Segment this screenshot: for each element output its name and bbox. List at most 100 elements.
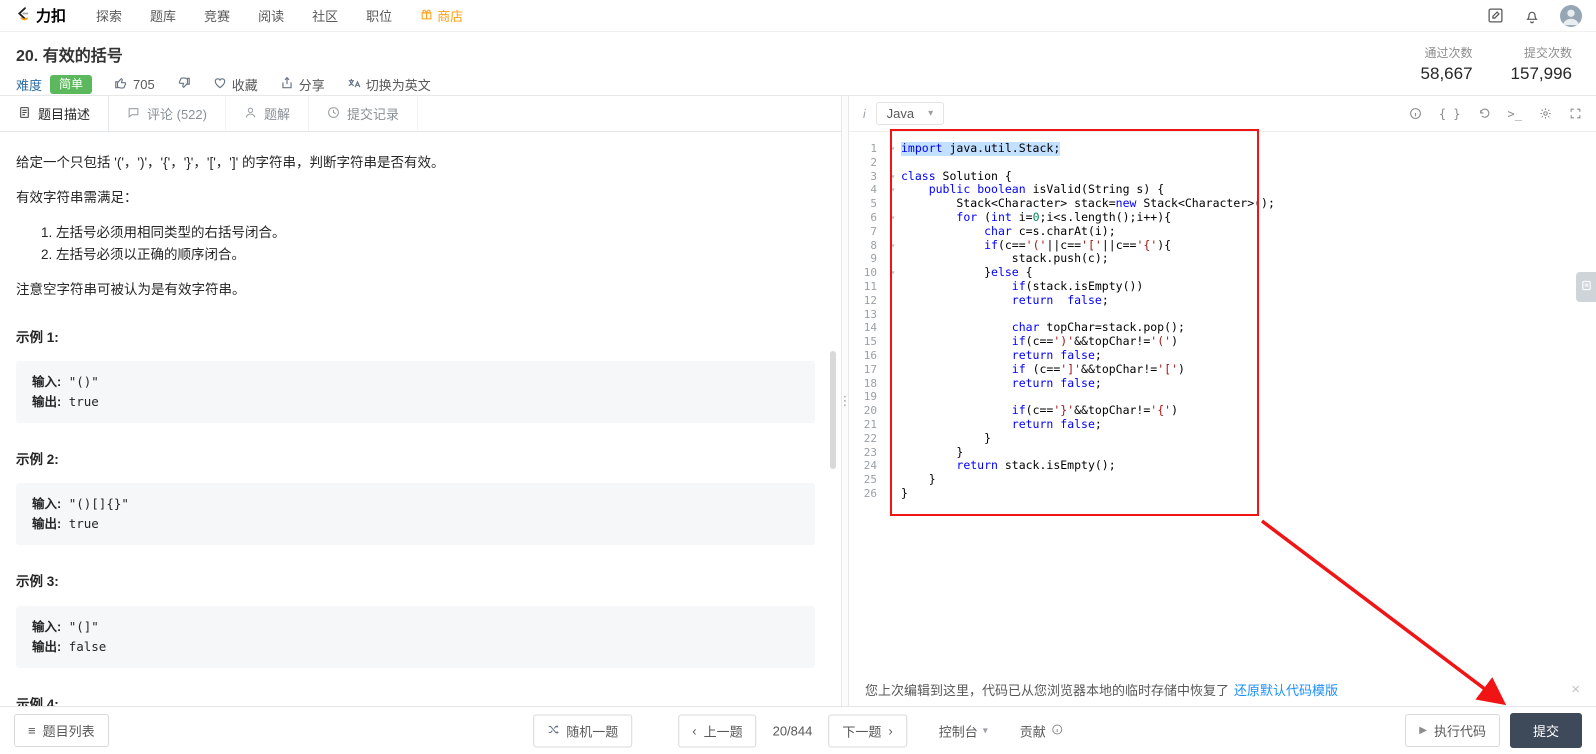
code-line-26[interactable]: 26} bbox=[849, 487, 1596, 501]
difficulty: 难度 简单 bbox=[16, 75, 92, 94]
next-question-button[interactable]: 下一题 › bbox=[828, 714, 906, 747]
user-avatar[interactable] bbox=[1560, 5, 1582, 27]
code-line-7[interactable]: 7 char c=s.charAt(i); bbox=[849, 225, 1596, 239]
random-question-button[interactable]: 随机一题 bbox=[533, 714, 632, 747]
restore-default-link[interactable]: 还原默认代码模版 bbox=[1234, 680, 1338, 699]
language-select[interactable]: Java ▾ bbox=[876, 102, 945, 125]
example-box-2: 输入: "()[]{}"输出: true bbox=[16, 483, 815, 545]
code-line-24[interactable]: 24 return stack.isEmpty(); bbox=[849, 459, 1596, 473]
problem-list-button[interactable]: ≡ 题目列表 bbox=[14, 714, 109, 747]
code-line-11[interactable]: 11 if(stack.isEmpty()) bbox=[849, 280, 1596, 294]
code-line-1[interactable]: 1▾import java.util.Stack; bbox=[849, 142, 1596, 156]
dislike-button[interactable] bbox=[177, 76, 191, 93]
tab-label: 提交记录 bbox=[347, 104, 399, 123]
fullscreen-icon[interactable] bbox=[1569, 107, 1582, 120]
nav-item-3[interactable]: 竞赛 bbox=[204, 6, 230, 25]
fold-icon[interactable]: ▾ bbox=[885, 211, 901, 225]
feedback-side-tab[interactable] bbox=[1576, 272, 1596, 302]
terminal-icon[interactable]: >_ bbox=[1508, 107, 1522, 121]
code-line-25[interactable]: 25 } bbox=[849, 473, 1596, 487]
example-title-3: 示例 3: bbox=[16, 571, 815, 593]
close-icon[interactable]: × bbox=[1571, 681, 1580, 698]
code-line-18[interactable]: 18 return false; bbox=[849, 377, 1596, 391]
code-editor[interactable]: 1▾import java.util.Stack;2 3▾class Solut… bbox=[849, 132, 1596, 672]
accepted-label: 通过次数 bbox=[1421, 44, 1473, 61]
code-text: Stack<Character> stack=new Stack<Charact… bbox=[901, 197, 1275, 211]
nav-item-4[interactable]: 阅读 bbox=[258, 6, 284, 25]
tab-submissions[interactable]: 提交记录 bbox=[309, 96, 418, 131]
run-code-button[interactable]: ▶ 执行代码 bbox=[1405, 714, 1500, 747]
fold-spacer bbox=[885, 377, 901, 391]
code-line-23[interactable]: 23 } bbox=[849, 446, 1596, 460]
submitted-value: 157,996 bbox=[1511, 64, 1572, 84]
nav-item-5[interactable]: 社区 bbox=[312, 6, 338, 25]
info-icon[interactable] bbox=[1409, 107, 1422, 120]
code-line-4[interactable]: 4▾ public boolean isValid(String s) { bbox=[849, 183, 1596, 197]
topnav-right bbox=[1487, 5, 1582, 27]
switch-language-icon bbox=[347, 76, 361, 93]
code-line-5[interactable]: 5 Stack<Character> stack=new Stack<Chara… bbox=[849, 197, 1596, 211]
language-info-icon[interactable]: i bbox=[863, 107, 866, 121]
share-button[interactable]: 分享 bbox=[280, 75, 325, 94]
code-line-17[interactable]: 17 if (c==']'&&topChar!='[') bbox=[849, 363, 1596, 377]
description-scrollbar[interactable] bbox=[830, 351, 836, 469]
code-line-2[interactable]: 2 bbox=[849, 156, 1596, 170]
prev-question-button[interactable]: ‹ 上一题 bbox=[678, 714, 756, 747]
share-label: 分享 bbox=[299, 75, 325, 94]
code-line-21[interactable]: 21 return false; bbox=[849, 418, 1596, 432]
code-line-22[interactable]: 22 } bbox=[849, 432, 1596, 446]
example-box-1: 输入: "()"输出: true bbox=[16, 361, 815, 423]
line-number: 24 bbox=[849, 459, 885, 473]
settings-gear-icon[interactable] bbox=[1539, 107, 1552, 120]
code-line-9[interactable]: 9 stack.push(c); bbox=[849, 252, 1596, 266]
line-number: 12 bbox=[849, 294, 885, 308]
tab-label: 题目描述 bbox=[38, 104, 90, 123]
reset-code-icon[interactable] bbox=[1478, 107, 1491, 120]
fold-icon[interactable]: ▾ bbox=[885, 239, 901, 253]
code-line-15[interactable]: 15 if(c==')'&&topChar!='(') bbox=[849, 335, 1596, 349]
example-title-1: 示例 1: bbox=[16, 327, 815, 349]
panel-resize-handle[interactable]: ⋮ bbox=[841, 96, 849, 706]
fold-icon[interactable]: ▾ bbox=[885, 170, 901, 184]
tab-solutions[interactable]: 题解 bbox=[226, 96, 309, 131]
description-requirement: 有效字符串需满足： bbox=[16, 187, 815, 209]
code-line-13[interactable]: 13 bbox=[849, 308, 1596, 322]
code-text: return false; bbox=[901, 349, 1102, 363]
like-button[interactable]: 705 bbox=[114, 76, 155, 93]
nav-item-2[interactable]: 题库 bbox=[150, 6, 176, 25]
submit-button[interactable]: 提交 bbox=[1510, 713, 1582, 748]
nav-item-6[interactable]: 职位 bbox=[366, 6, 392, 25]
fold-icon[interactable]: ▾ bbox=[885, 183, 901, 197]
notifications-bell-icon[interactable] bbox=[1524, 8, 1540, 24]
compose-icon[interactable] bbox=[1487, 7, 1504, 24]
info-icon bbox=[1051, 723, 1063, 738]
code-line-3[interactable]: 3▾class Solution { bbox=[849, 170, 1596, 184]
code-line-8[interactable]: 8▾ if(c=='('||c=='['||c=='{'){ bbox=[849, 239, 1596, 253]
language-value: Java bbox=[887, 106, 914, 121]
code-line-12[interactable]: 12 return false; bbox=[849, 294, 1596, 308]
thumbs-down-icon bbox=[177, 76, 191, 93]
format-braces-icon[interactable]: { } bbox=[1439, 107, 1461, 121]
fold-icon[interactable]: ▾ bbox=[885, 266, 901, 280]
nav-item-store[interactable]: 商店 bbox=[420, 6, 463, 25]
nav-item-1[interactable]: 探索 bbox=[96, 6, 122, 25]
code-line-14[interactable]: 14 char topChar=stack.pop(); bbox=[849, 321, 1596, 335]
favorite-button[interactable]: 收藏 bbox=[213, 75, 258, 94]
tab-comments[interactable]: 评论 (522) bbox=[109, 96, 226, 131]
document-icon bbox=[18, 106, 31, 122]
contribute-control[interactable]: 贡献 bbox=[1020, 721, 1063, 740]
footer-right: ▶ 执行代码 提交 bbox=[1405, 713, 1582, 748]
console-toggle[interactable]: 控制台 ▾ bbox=[939, 721, 988, 740]
code-line-10[interactable]: 10▾ }else { bbox=[849, 266, 1596, 280]
line-number: 10 bbox=[849, 266, 885, 280]
fold-icon[interactable]: ▾ bbox=[885, 142, 901, 156]
code-line-6[interactable]: 6▾ for (int i=0;i<s.length();i++){ bbox=[849, 211, 1596, 225]
io-line: 输入: "(]" bbox=[32, 617, 799, 637]
code-text: stack.push(c); bbox=[901, 252, 1109, 266]
code-line-19[interactable]: 19 bbox=[849, 390, 1596, 404]
tab-description[interactable]: 题目描述 bbox=[0, 96, 109, 131]
leetcode-logo[interactable]: 力扣 bbox=[14, 5, 66, 27]
code-line-16[interactable]: 16 return false; bbox=[849, 349, 1596, 363]
code-line-20[interactable]: 20 if(c=='}'&&topChar!='{') bbox=[849, 404, 1596, 418]
switch-language-button[interactable]: 切换为英文 bbox=[347, 75, 431, 94]
